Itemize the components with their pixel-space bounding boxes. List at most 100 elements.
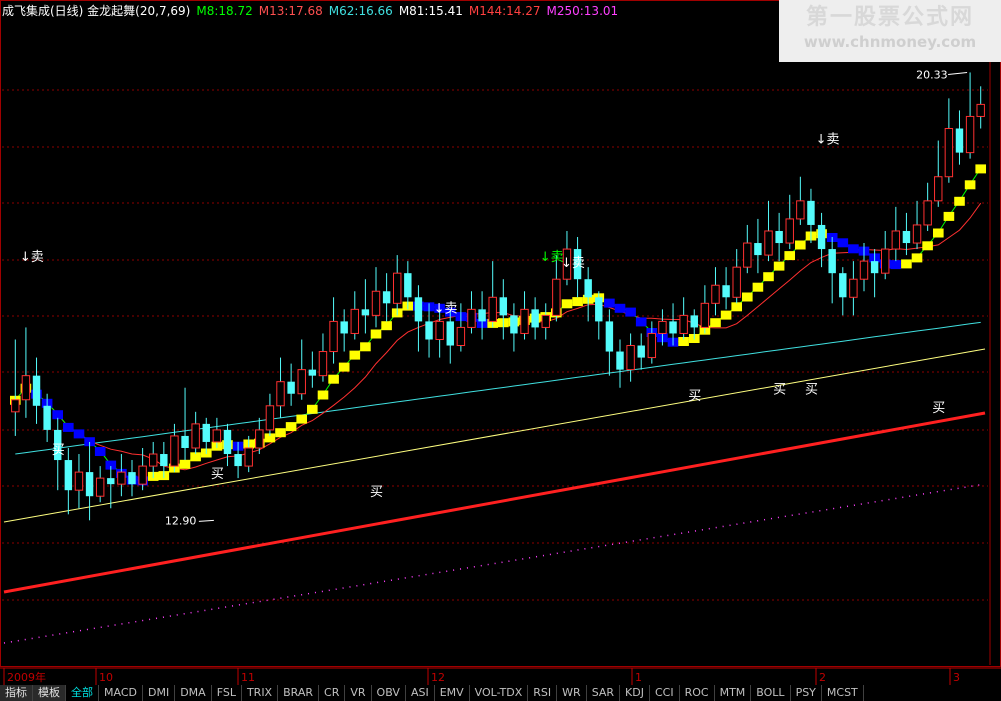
tab-cci[interactable]: CCI	[650, 685, 680, 701]
tab-dmi[interactable]: DMI	[143, 685, 176, 701]
candle-body-up	[297, 369, 306, 395]
step-band-block	[837, 238, 849, 248]
candle-body-down	[807, 200, 815, 225]
candle-body-down	[425, 321, 433, 340]
tab-cr[interactable]: CR	[319, 685, 346, 701]
tab-rsi[interactable]: RSI	[528, 685, 558, 701]
candle-body-up	[859, 260, 869, 280]
step-band-block	[285, 422, 297, 432]
candle-body-down	[510, 315, 518, 334]
candle-body-up	[881, 248, 890, 274]
candle-body-up	[552, 278, 561, 316]
ma-label-m144: M144:14.27	[468, 4, 541, 18]
x-tick-label: 1	[635, 671, 642, 684]
tab-vol-tdx[interactable]: VOL-TDX	[470, 685, 529, 701]
chart-canvas: 2009年101112123↓卖买买↓卖买↓卖↓卖买↓卖买买买↓卖买↓卖买买20…	[0, 0, 1001, 685]
tab-asi[interactable]: ASI	[406, 685, 435, 701]
tab-obv[interactable]: OBV	[372, 685, 406, 701]
step-band-block	[614, 303, 626, 313]
candle-body-down	[202, 423, 210, 442]
candle-body-up	[520, 308, 529, 334]
step-band-block	[720, 310, 732, 320]
candle-body-up	[541, 314, 550, 328]
ma-label-m81: M81:15.41	[398, 4, 463, 18]
candle-body-down	[128, 472, 136, 485]
candle-body-down	[32, 375, 41, 406]
buy-signal: 买	[211, 467, 224, 482]
candle-body-up	[743, 242, 752, 268]
step-band-block	[848, 244, 859, 254]
candle-body-down	[595, 297, 603, 322]
step-band-block	[784, 251, 796, 261]
step-band-block	[370, 329, 382, 339]
low-price-arrow	[198, 519, 214, 522]
tab-vr[interactable]: VR	[345, 685, 372, 701]
step-band-block	[349, 350, 361, 360]
candle-body-up	[21, 375, 31, 401]
candle-body-down	[828, 249, 836, 274]
tab-mcst[interactable]: MCST	[822, 685, 864, 701]
candle-body-down	[234, 454, 242, 467]
sell-signal: ↓卖	[434, 301, 458, 316]
step-band-block	[328, 374, 339, 384]
watermark: 第一股票公式网 www.chnmoney.com	[779, 0, 1001, 62]
step-band-block	[52, 410, 64, 420]
candle-body-down	[531, 309, 539, 328]
tab-指标[interactable]: 指标	[0, 685, 33, 701]
candle-body-down	[223, 429, 232, 455]
low-price-label: 12.90	[165, 514, 197, 527]
high-price-label: 20.33	[916, 68, 948, 81]
tab-模板[interactable]: 模板	[33, 685, 66, 701]
tab-kdj[interactable]: KDJ	[620, 685, 650, 701]
candle-body-down	[722, 285, 730, 298]
candle-body-up	[74, 471, 84, 491]
ma-label-m250: M250:13.01	[546, 4, 619, 18]
step-band-block	[307, 404, 318, 414]
candle-body-up	[944, 128, 954, 178]
candle-body-down	[340, 321, 348, 334]
tab-fsl[interactable]: FSL	[212, 685, 242, 701]
step-band-block	[710, 318, 721, 328]
candle-body-down	[870, 261, 879, 274]
candle-body-up	[488, 296, 497, 322]
tab-boll[interactable]: BOLL	[751, 685, 791, 701]
candle-body-down	[43, 405, 51, 430]
step-band-block	[381, 321, 392, 331]
candle-body-down	[287, 381, 295, 394]
tab-psy[interactable]: PSY	[791, 685, 822, 701]
candle-body-up	[679, 314, 688, 334]
buy-signal: 买	[52, 443, 65, 458]
candle-body-down	[181, 435, 189, 448]
tab-emv[interactable]: EMV	[435, 685, 470, 701]
candle-body-up	[371, 290, 381, 316]
step-band-block	[63, 422, 74, 432]
candle-body-down	[955, 128, 964, 153]
step-band-block	[635, 317, 647, 327]
ma-label-m8: M8:18.72	[196, 4, 253, 18]
tab-sar[interactable]: SAR	[587, 685, 621, 701]
candle-body-down	[107, 478, 115, 485]
step-band-block	[795, 240, 806, 250]
indicator-tab-bar: 指标 模板 全部 MACD DMI DMA FSL TRIX BRAR CR VR OBV ASI EMV…	[0, 685, 1001, 701]
candle-body-down	[775, 230, 783, 244]
x-tick-label: 11	[241, 671, 255, 684]
tab-trix[interactable]: TRIX	[242, 685, 279, 701]
tab-roc[interactable]: ROC	[680, 685, 715, 701]
step-band-block	[752, 282, 764, 292]
candle-body-up	[700, 302, 710, 328]
x-tick-label: 2009年	[7, 670, 46, 684]
candle-body-up	[976, 103, 985, 117]
ma-label-m62: M62:16.66	[328, 4, 393, 18]
tab-dma[interactable]: DMA	[175, 685, 212, 701]
candle-body-up	[393, 272, 402, 304]
tab-macd[interactable]: MACD	[99, 685, 143, 701]
candle-body-up	[923, 200, 932, 226]
step-band-block	[742, 292, 753, 302]
tab-mtm[interactable]: MTM	[715, 685, 752, 701]
candle-body-down	[85, 472, 94, 497]
tab-brar[interactable]: BRAR	[278, 685, 320, 701]
tab-全部[interactable]: 全部	[66, 685, 99, 701]
tab-wr[interactable]: WR	[557, 685, 587, 701]
step-band-block	[901, 259, 912, 269]
high-price-arrow	[948, 71, 968, 75]
